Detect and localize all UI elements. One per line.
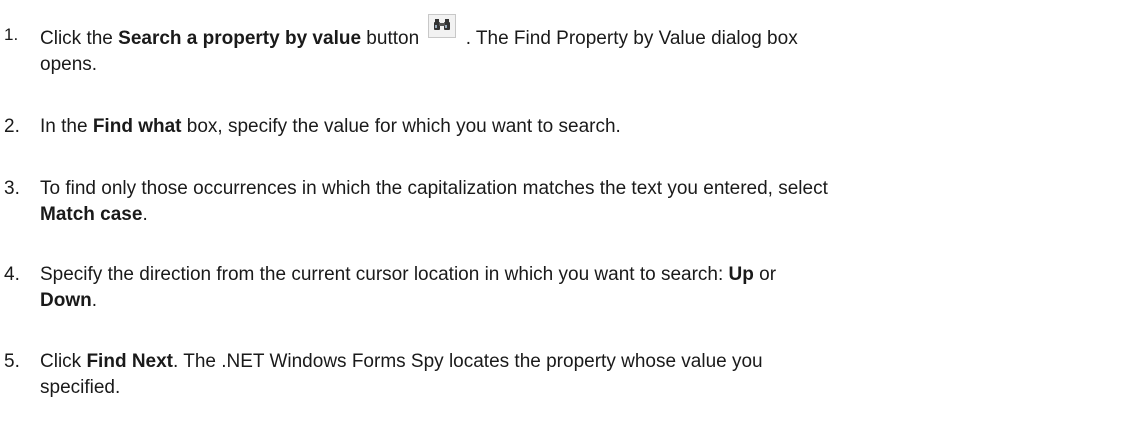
step-text-part: . The .NET Windows Forms Spy locates the… [173,351,763,372]
step-number: 4. [4,264,20,285]
step-text-part: specified. [40,377,121,398]
step-text: Click Find Next. The .NET Windows Forms … [40,349,1110,401]
step-text-part: Specify the direction from the current c… [40,264,729,285]
step-text: Click the Search a property by value but… [40,14,1110,78]
step-text-part: opens. [40,54,98,75]
step-number: 1. [4,25,19,44]
step-text-part: To find only those occurrences in which … [40,178,828,199]
ui-term-find-what: Find what [92,116,182,137]
binoculars-icon [428,14,457,38]
step-text-part: box, specify the value for which you wan… [181,116,621,137]
step-text-part: Click the [40,28,119,49]
step-text: Specify the direction from the current c… [40,262,1110,314]
step-text: In the Find what box, specify the value … [40,114,1110,140]
ui-term-search-button: Search a property by value [118,28,362,49]
step-text-part: or [753,264,777,285]
ui-term-find-next: Find Next [86,351,174,372]
ui-term-up: Up [728,264,754,285]
step-text-part: . The Find Property by Value dialog box [460,28,798,49]
ui-term-match-case: Match case [40,204,143,225]
step-text-part: button [361,28,425,49]
step-number: 5. [4,351,20,372]
ui-term-down: Down [40,290,92,311]
step-number: 3. [4,178,20,199]
step-text: To find only those occurrences in which … [40,176,1110,228]
step-text-part: In the [40,116,93,137]
step-text-part: . [91,290,97,311]
step-text-part: . [142,204,148,225]
step-number: 2. [4,116,20,137]
step-text-part: Click [40,351,87,372]
